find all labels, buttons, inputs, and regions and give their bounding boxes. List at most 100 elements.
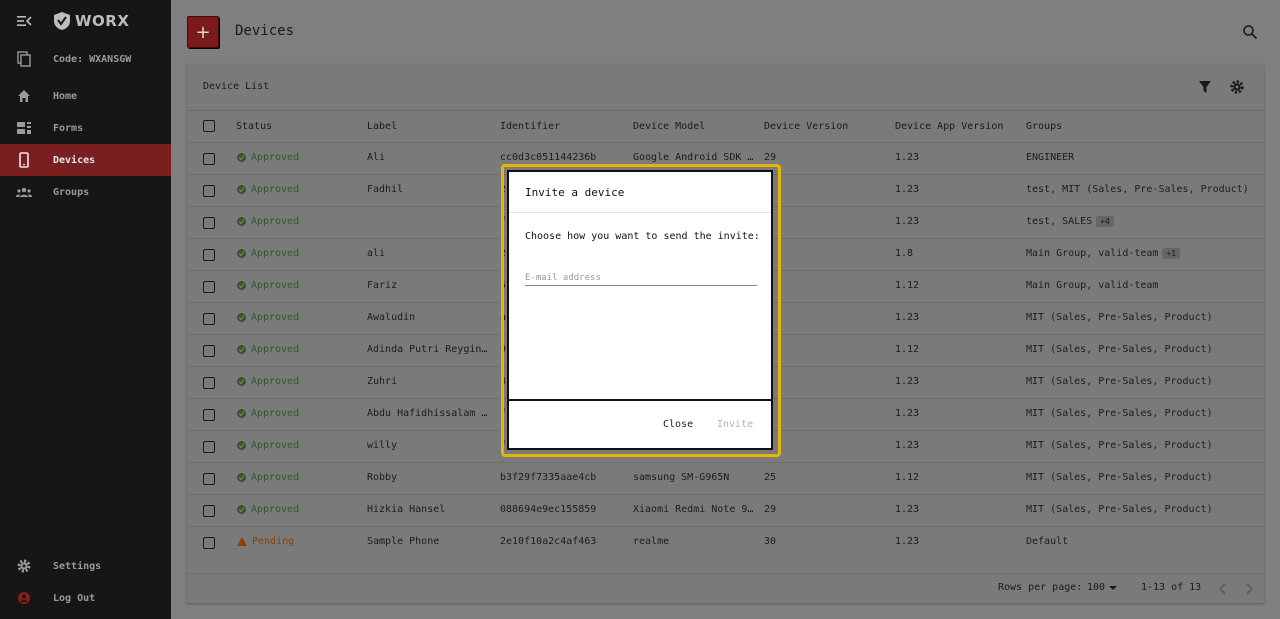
table-row[interactable]: Approved Hizkia Hansel 088694e9ec155859 Xia… (187, 494, 1264, 526)
select-all-checkbox[interactable] (203, 120, 215, 132)
check-circle-icon (237, 185, 246, 194)
groups-text: MIT (Sales, Pre-Sales, Product) (1026, 440, 1213, 451)
dialog-prompt: Choose how you want to send the invite: (525, 231, 760, 242)
add-device-button[interactable]: + (187, 16, 219, 48)
status-text: Approved (251, 280, 300, 291)
sidebar-item-label: Settings (53, 560, 102, 572)
cell-identifier: 088694e9ec155859 (500, 504, 597, 515)
table-row[interactable]: Approved Robby b3f29f7335aae4cb samsung SM-… (187, 462, 1264, 494)
worx-logo-icon (54, 12, 70, 30)
cell-groups: test, MIT (Sales, Pre-Sales, Product) (1026, 184, 1256, 195)
logo-text: WORX (75, 12, 130, 30)
cell-groups: MIT (Sales, Pre-Sales, Product) (1026, 408, 1256, 419)
groups-text: test, MIT (Sales, Pre-Sales, Product) (1026, 184, 1249, 195)
check-circle-icon (237, 409, 246, 418)
row-checkbox[interactable] (203, 377, 215, 389)
row-checkbox[interactable] (203, 345, 215, 357)
search-icon[interactable] (1242, 24, 1258, 40)
row-checkbox[interactable] (203, 441, 215, 453)
groups-text: Main Group, valid-team (1026, 248, 1159, 259)
cell-version: 0 (764, 248, 884, 259)
row-checkbox[interactable] (203, 249, 215, 261)
check-circle-icon (237, 217, 246, 226)
sidebar-item-label: Devices (53, 154, 96, 166)
sidebar-item-logout[interactable]: Log Out (0, 582, 171, 614)
cell-groups: Default (1026, 536, 1256, 547)
status-badge: Approved (237, 440, 299, 451)
warning-icon (237, 537, 247, 546)
sidebar-item-devices[interactable]: Devices (0, 144, 171, 176)
cell-app-version: 1.23 (895, 440, 920, 451)
cell-model: Google Android SDK b… (633, 152, 756, 163)
sidebar-item-label: Home (53, 90, 78, 102)
cell-groups: test, SALES +4 (1026, 216, 1256, 227)
row-checkbox[interactable] (203, 217, 215, 229)
cell-app-version: 1.23 (895, 408, 920, 419)
more-groups-chip[interactable]: +4 (1096, 216, 1114, 227)
more-groups-chip[interactable]: +1 (1162, 248, 1181, 259)
cell-label: willy (367, 440, 398, 451)
sidebar-item-forms[interactable]: Forms (0, 112, 171, 144)
column-header-device-version[interactable]: Device Version (764, 121, 848, 132)
row-checkbox[interactable] (203, 185, 215, 197)
cell-label: Fariz (367, 280, 398, 291)
dialog-title: Invite a device (525, 186, 625, 199)
column-header-groups[interactable]: Groups (1026, 121, 1062, 132)
sidebar-item-label: Groups (53, 186, 90, 198)
invite-button[interactable]: Invite (717, 419, 753, 430)
status-badge: Approved (237, 472, 299, 483)
column-header-label[interactable]: Label (367, 121, 397, 132)
cell-app-version: 1.12 (895, 280, 920, 291)
column-header-app-version[interactable]: Device App Version (895, 121, 1003, 132)
cell-app-version: 1.23 (895, 216, 920, 227)
row-checkbox[interactable] (203, 313, 215, 325)
chevron-left-icon[interactable] (1218, 583, 1228, 595)
status-badge: Approved (237, 312, 299, 323)
filter-icon[interactable] (1197, 79, 1213, 95)
home-icon (18, 90, 30, 102)
chevron-right-icon[interactable] (1244, 583, 1254, 595)
cell-groups: Main Group, valid-team +1 (1026, 248, 1256, 259)
groups-text: ENGINEER (1026, 152, 1075, 163)
status-badge: Approved (237, 408, 299, 419)
groups-text: MIT (Sales, Pre-Sales, Product) (1026, 376, 1213, 387)
column-header-status[interactable]: Status (236, 121, 272, 132)
cell-app-version: 1.23 (895, 504, 920, 515)
status-text: Approved (251, 184, 300, 195)
rows-per-page-select[interactable]: 100 (1087, 582, 1118, 593)
groups-text: Default (1026, 536, 1069, 547)
status-text: Approved (251, 408, 300, 419)
sidebar-item-home[interactable]: Home (0, 80, 171, 112)
row-checkbox[interactable] (203, 473, 215, 485)
sidebar-item-groups[interactable]: Groups (0, 176, 171, 208)
close-button[interactable]: Close (663, 419, 693, 430)
cell-model: Xiaomi Redmi Note 9 … (633, 504, 756, 515)
sidebar-item-settings[interactable]: Settings (0, 550, 171, 582)
email-field[interactable] (525, 270, 757, 286)
check-circle-icon (237, 313, 246, 322)
status-text: Approved (251, 216, 300, 227)
gear-icon (17, 559, 31, 573)
status-text: Approved (251, 440, 300, 451)
row-checkbox[interactable] (203, 153, 215, 165)
row-checkbox[interactable] (203, 505, 215, 517)
column-header-device-model[interactable]: Device Model (633, 121, 705, 132)
column-header-identifier[interactable]: Identifier (500, 121, 560, 132)
row-checkbox[interactable] (203, 409, 215, 421)
row-checkbox[interactable] (203, 281, 215, 293)
table-row[interactable]: Pending Sample Phone 2e10f10a2c4af463 realm… (187, 526, 1264, 558)
groups-text: MIT (Sales, Pre-Sales, Product) (1026, 312, 1213, 323)
cell-label: Robby (367, 472, 398, 483)
status-text: Approved (251, 376, 300, 387)
groups-text: test, SALES (1026, 216, 1093, 227)
rows-per-page-label: Rows per page: (998, 582, 1083, 593)
gear-icon[interactable] (1229, 79, 1245, 95)
collapse-menu-icon[interactable] (16, 13, 32, 29)
row-checkbox[interactable] (203, 537, 215, 549)
divider (187, 110, 1264, 111)
status-badge: Approved (237, 184, 299, 195)
workspace-code[interactable]: Code: WXANSGW (0, 43, 171, 75)
status-badge: Pending (237, 536, 294, 547)
status-text: Approved (251, 152, 300, 163)
status-badge: Approved (237, 344, 299, 355)
